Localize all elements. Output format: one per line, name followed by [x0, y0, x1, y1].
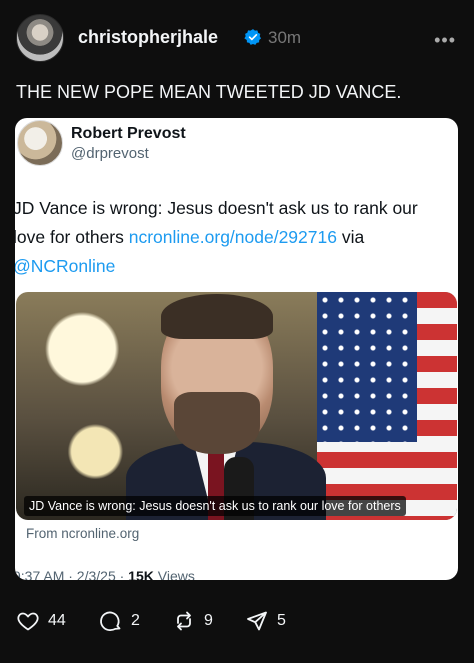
- reply-count: 2: [131, 612, 140, 629]
- views-count: 15K: [128, 568, 154, 580]
- post-text: THE NEW POPE MEAN TWEETED JD VANCE.: [16, 82, 402, 102]
- verified-badge-icon: [244, 29, 262, 45]
- article-image[interactable]: JD Vance is wrong: Jesus doesn't ask us …: [16, 292, 457, 520]
- more-options-icon[interactable]: •••: [434, 30, 456, 51]
- quoted-tweet-meta: 9:37 AM · 2/3/25 · 15K Views: [15, 568, 195, 580]
- figure-hair: [161, 294, 273, 339]
- reply-icon: [100, 611, 121, 631]
- article-link[interactable]: ncronline.org/node/292716: [129, 227, 337, 247]
- like-count: 44: [48, 612, 66, 629]
- heart-icon: [17, 612, 39, 631]
- speaker-figure: [126, 292, 326, 520]
- link-source[interactable]: From ncronline.org: [26, 526, 139, 541]
- share-icon: [247, 611, 267, 631]
- share-count: 5: [277, 612, 286, 629]
- post-header: christopherjhale 30m •••: [16, 14, 458, 62]
- mention-link[interactable]: @NCRonline: [15, 256, 115, 276]
- author-username[interactable]: christopherjhale: [78, 27, 218, 48]
- repost-icon: [177, 611, 191, 631]
- share-button[interactable]: 5: [245, 608, 286, 634]
- quoted-author-handle: @drprevost: [71, 145, 149, 162]
- quoted-tweet-text: JD Vance is wrong: Jesus doesn't ask us …: [15, 194, 453, 281]
- repost-count: 9: [204, 612, 213, 629]
- quoted-text-mid: via: [336, 227, 365, 247]
- like-button[interactable]: 44: [16, 608, 66, 634]
- quoted-author-name: Robert Prevost: [71, 125, 186, 142]
- quoted-tweet-card[interactable]: Robert Prevost @drprevost JD Vance is wr…: [15, 118, 458, 580]
- figure-beard: [174, 392, 260, 454]
- author-avatar[interactable]: [16, 14, 64, 62]
- image-caption: JD Vance is wrong: Jesus doesn't ask us …: [24, 496, 406, 516]
- quoted-tweet-time: 9:37 AM · 2/3/25 ·: [15, 568, 129, 580]
- post-timestamp: 30m: [268, 28, 302, 47]
- flag-canton-graphic: [317, 292, 417, 442]
- action-bar: 44 2 9 5: [16, 608, 316, 634]
- quoted-author-avatar: [17, 120, 63, 166]
- repost-button[interactable]: 9: [172, 608, 213, 634]
- views-label: Views: [153, 568, 195, 580]
- reply-button[interactable]: 2: [99, 608, 140, 634]
